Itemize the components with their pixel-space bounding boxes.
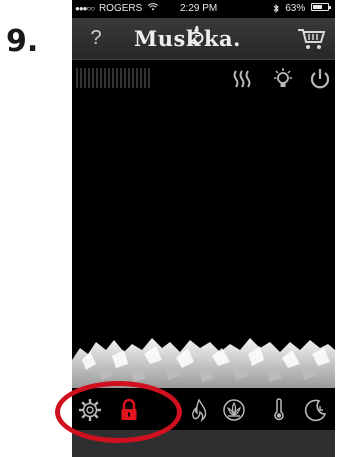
moon-timer-icon bbox=[304, 399, 327, 422]
brand-logo-mark: Musk ka. bbox=[134, 23, 241, 51]
status-bar: ●●●○○ ROGERS 2:29 PM 63% bbox=[72, 0, 335, 18]
battery-percent: 63% bbox=[285, 3, 306, 14]
signal-strength-icon: ●●●○○ bbox=[75, 4, 95, 13]
status-time: 2:29 PM bbox=[180, 3, 218, 14]
cart-button[interactable] bbox=[296, 27, 326, 51]
step-number: 9. bbox=[6, 24, 39, 59]
nav-bar: ? Musk ka. bbox=[72, 18, 335, 60]
highlight-circle-annotation bbox=[55, 381, 182, 443]
level-meter-bars bbox=[76, 68, 150, 88]
tab-timer[interactable] bbox=[304, 398, 328, 422]
svg-text:ka.: ka. bbox=[204, 26, 241, 51]
flame-icon bbox=[192, 398, 207, 423]
tab-flame[interactable] bbox=[187, 398, 211, 423]
thermometer-icon bbox=[274, 398, 284, 421]
wifi-icon bbox=[147, 3, 159, 13]
heat-waves-icon bbox=[233, 70, 251, 88]
brand-logo: Musk ka. bbox=[134, 23, 284, 57]
carrier-name: ROGERS bbox=[98, 3, 143, 14]
light-bulb-icon bbox=[274, 68, 292, 87]
svg-text:Musk: Musk bbox=[134, 26, 201, 51]
power-button[interactable] bbox=[308, 67, 332, 91]
cart-icon bbox=[298, 29, 326, 49]
ember-bed-image bbox=[72, 330, 335, 388]
power-icon bbox=[310, 69, 330, 89]
help-button[interactable]: ? bbox=[86, 23, 106, 53]
level-meter[interactable] bbox=[75, 66, 151, 90]
ember-icon bbox=[223, 399, 245, 421]
heat-button[interactable] bbox=[230, 67, 254, 91]
light-button[interactable] bbox=[271, 67, 295, 91]
tab-temperature[interactable] bbox=[267, 398, 291, 422]
battery-icon bbox=[311, 3, 331, 12]
bluetooth-icon bbox=[273, 3, 282, 14]
tab-ember[interactable] bbox=[222, 398, 246, 422]
